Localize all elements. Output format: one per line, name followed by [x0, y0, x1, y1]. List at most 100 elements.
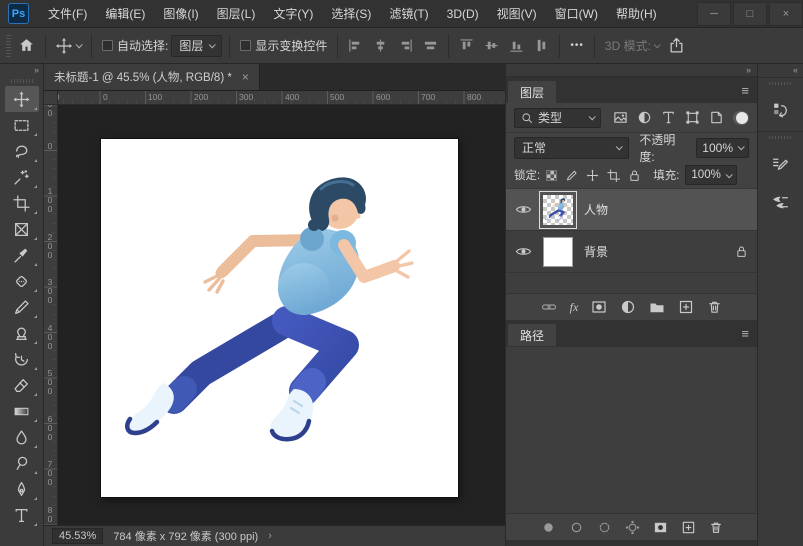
- align-left-edges-icon[interactable]: [348, 38, 363, 53]
- filter-shape-layers-icon[interactable]: [685, 110, 700, 125]
- menu-edit[interactable]: 编辑(E): [96, 0, 154, 28]
- add-layer-mask-icon[interactable]: [591, 299, 607, 315]
- canvas[interactable]: [101, 139, 458, 497]
- tab-close-icon[interactable]: ×: [242, 70, 249, 84]
- dock-grip[interactable]: [768, 82, 793, 85]
- tool-brush[interactable]: [5, 294, 39, 320]
- new-path-icon[interactable]: [681, 520, 696, 535]
- lock-transparency-icon[interactable]: [546, 169, 558, 181]
- tool-eraser[interactable]: [5, 372, 39, 398]
- panels-collapse-button[interactable]: »: [506, 64, 757, 77]
- brush-settings-panel-button[interactable]: [766, 151, 796, 177]
- distribute-horizontal-icon[interactable]: [423, 38, 438, 53]
- paths-list-empty[interactable]: [506, 346, 757, 513]
- align-horizontal-centers-icon[interactable]: [373, 38, 388, 53]
- status-chevron-icon[interactable]: ›: [268, 530, 272, 542]
- selection-as-path-icon[interactable]: [625, 520, 640, 535]
- adjustment-layer-icon[interactable]: [620, 299, 636, 315]
- path-as-selection-icon[interactable]: [597, 520, 612, 535]
- brushes-panel-button[interactable]: [766, 189, 796, 215]
- layer-row-background[interactable]: 背景: [506, 231, 757, 273]
- layer-name[interactable]: 人物: [584, 201, 608, 218]
- share-button[interactable]: [665, 32, 688, 60]
- tool-lasso[interactable]: [5, 138, 39, 164]
- delete-layer-trash-icon[interactable]: [707, 299, 722, 315]
- tool-frame[interactable]: [5, 216, 39, 242]
- dock-expand-button[interactable]: «: [758, 64, 803, 77]
- menu-layer[interactable]: 图层(L): [208, 0, 265, 28]
- auto-select-target-dropdown[interactable]: 图层: [171, 34, 223, 57]
- filter-type-layers-icon[interactable]: [661, 110, 676, 125]
- history-panel-button[interactable]: [766, 97, 796, 123]
- align-top-edges-icon[interactable]: [459, 38, 474, 53]
- show-transform-option[interactable]: 显示变换控件: [237, 32, 330, 60]
- align-vertical-centers-icon[interactable]: [484, 38, 499, 53]
- vertical-ruler[interactable]: 00 0 100 200 300 400 500 600 700 800: [44, 105, 58, 525]
- panel-menu-icon[interactable]: ≡: [733, 83, 757, 98]
- more-options-button[interactable]: •••: [567, 32, 587, 60]
- tool-crop[interactable]: [5, 190, 39, 216]
- auto-select-option[interactable]: 自动选择:: [99, 32, 171, 60]
- tab-layers[interactable]: 图层: [508, 81, 557, 103]
- menu-view[interactable]: 视图(V): [488, 0, 546, 28]
- new-group-folder-icon[interactable]: [649, 299, 665, 315]
- tool-preset-move[interactable]: [53, 32, 84, 60]
- opacity-field[interactable]: 100%: [696, 137, 749, 158]
- menu-window[interactable]: 窗口(W): [546, 0, 607, 28]
- distribute-vertical-icon[interactable]: [534, 38, 549, 53]
- layer-row-person[interactable]: 人物: [506, 189, 757, 231]
- tools-grip[interactable]: [10, 79, 33, 83]
- visibility-eye-icon[interactable]: [515, 245, 532, 258]
- filter-pixel-layers-icon[interactable]: [613, 110, 628, 125]
- tool-move[interactable]: [4, 86, 39, 112]
- menu-type[interactable]: 文字(Y): [264, 0, 322, 28]
- layer-style-fx-button[interactable]: fx: [570, 300, 579, 315]
- show-transform-checkbox[interactable]: [240, 40, 252, 51]
- tool-gradient[interactable]: [5, 398, 39, 424]
- lock-artboard-icon[interactable]: [607, 168, 621, 182]
- tools-collapse-button[interactable]: »: [0, 64, 43, 77]
- zoom-level-field[interactable]: 45.53%: [52, 528, 104, 544]
- menu-filter[interactable]: 滤镜(T): [380, 0, 437, 28]
- link-layers-icon[interactable]: [541, 299, 557, 315]
- tool-magic-wand[interactable]: [5, 164, 39, 190]
- filter-toggle-switch[interactable]: [733, 110, 749, 125]
- delete-path-trash-icon[interactable]: [709, 520, 723, 535]
- menu-3d[interactable]: 3D(D): [438, 0, 488, 28]
- blend-mode-dropdown[interactable]: 正常: [514, 136, 630, 159]
- menu-select[interactable]: 选择(S): [322, 0, 380, 28]
- minimize-button[interactable]: ─: [697, 1, 731, 26]
- canvas-workarea[interactable]: 00 0 100 200 300 400 500 600 700 800 00 …: [44, 91, 505, 525]
- tool-pen[interactable]: [5, 476, 39, 502]
- auto-select-checkbox[interactable]: [102, 40, 113, 51]
- menu-file[interactable]: 文件(F): [39, 0, 96, 28]
- dock-grip[interactable]: [768, 136, 793, 139]
- filter-adjustment-layers-icon[interactable]: [637, 110, 652, 125]
- document-tab[interactable]: 未标题-1 @ 45.5% (人物, RGB/8) * ×: [44, 64, 260, 90]
- menu-help[interactable]: 帮助(H): [607, 0, 666, 28]
- align-right-edges-icon[interactable]: [398, 38, 413, 53]
- stroke-path-icon[interactable]: [569, 520, 584, 535]
- lock-pixels-brush-icon[interactable]: [565, 169, 578, 182]
- filter-smart-objects-icon[interactable]: [709, 110, 724, 125]
- path-mask-icon[interactable]: [653, 520, 668, 535]
- tool-dodge[interactable]: [5, 450, 39, 476]
- tab-paths[interactable]: 路径: [508, 324, 557, 346]
- layer-name[interactable]: 背景: [584, 243, 608, 260]
- tool-history-brush[interactable]: [5, 346, 39, 372]
- lock-all-icon[interactable]: [628, 169, 641, 182]
- home-button[interactable]: [15, 32, 38, 60]
- maximize-button[interactable]: □: [733, 1, 767, 26]
- align-bottom-edges-icon[interactable]: [509, 38, 524, 53]
- tool-spot-healing[interactable]: [5, 268, 39, 294]
- layer-thumbnail[interactable]: [541, 235, 575, 269]
- panel-menu-icon[interactable]: ≡: [733, 326, 757, 341]
- fill-path-icon[interactable]: [541, 520, 556, 535]
- layer-thumbnail[interactable]: [539, 190, 577, 229]
- tool-eyedropper[interactable]: [5, 242, 39, 268]
- lock-position-icon[interactable]: [586, 169, 599, 182]
- horizontal-ruler[interactable]: 00 0 100 200 300 400 500 600 700 800: [44, 91, 505, 105]
- tool-rectangular-marquee[interactable]: [5, 112, 39, 138]
- tool-blur[interactable]: [5, 424, 39, 450]
- fill-field[interactable]: 100%: [685, 165, 737, 185]
